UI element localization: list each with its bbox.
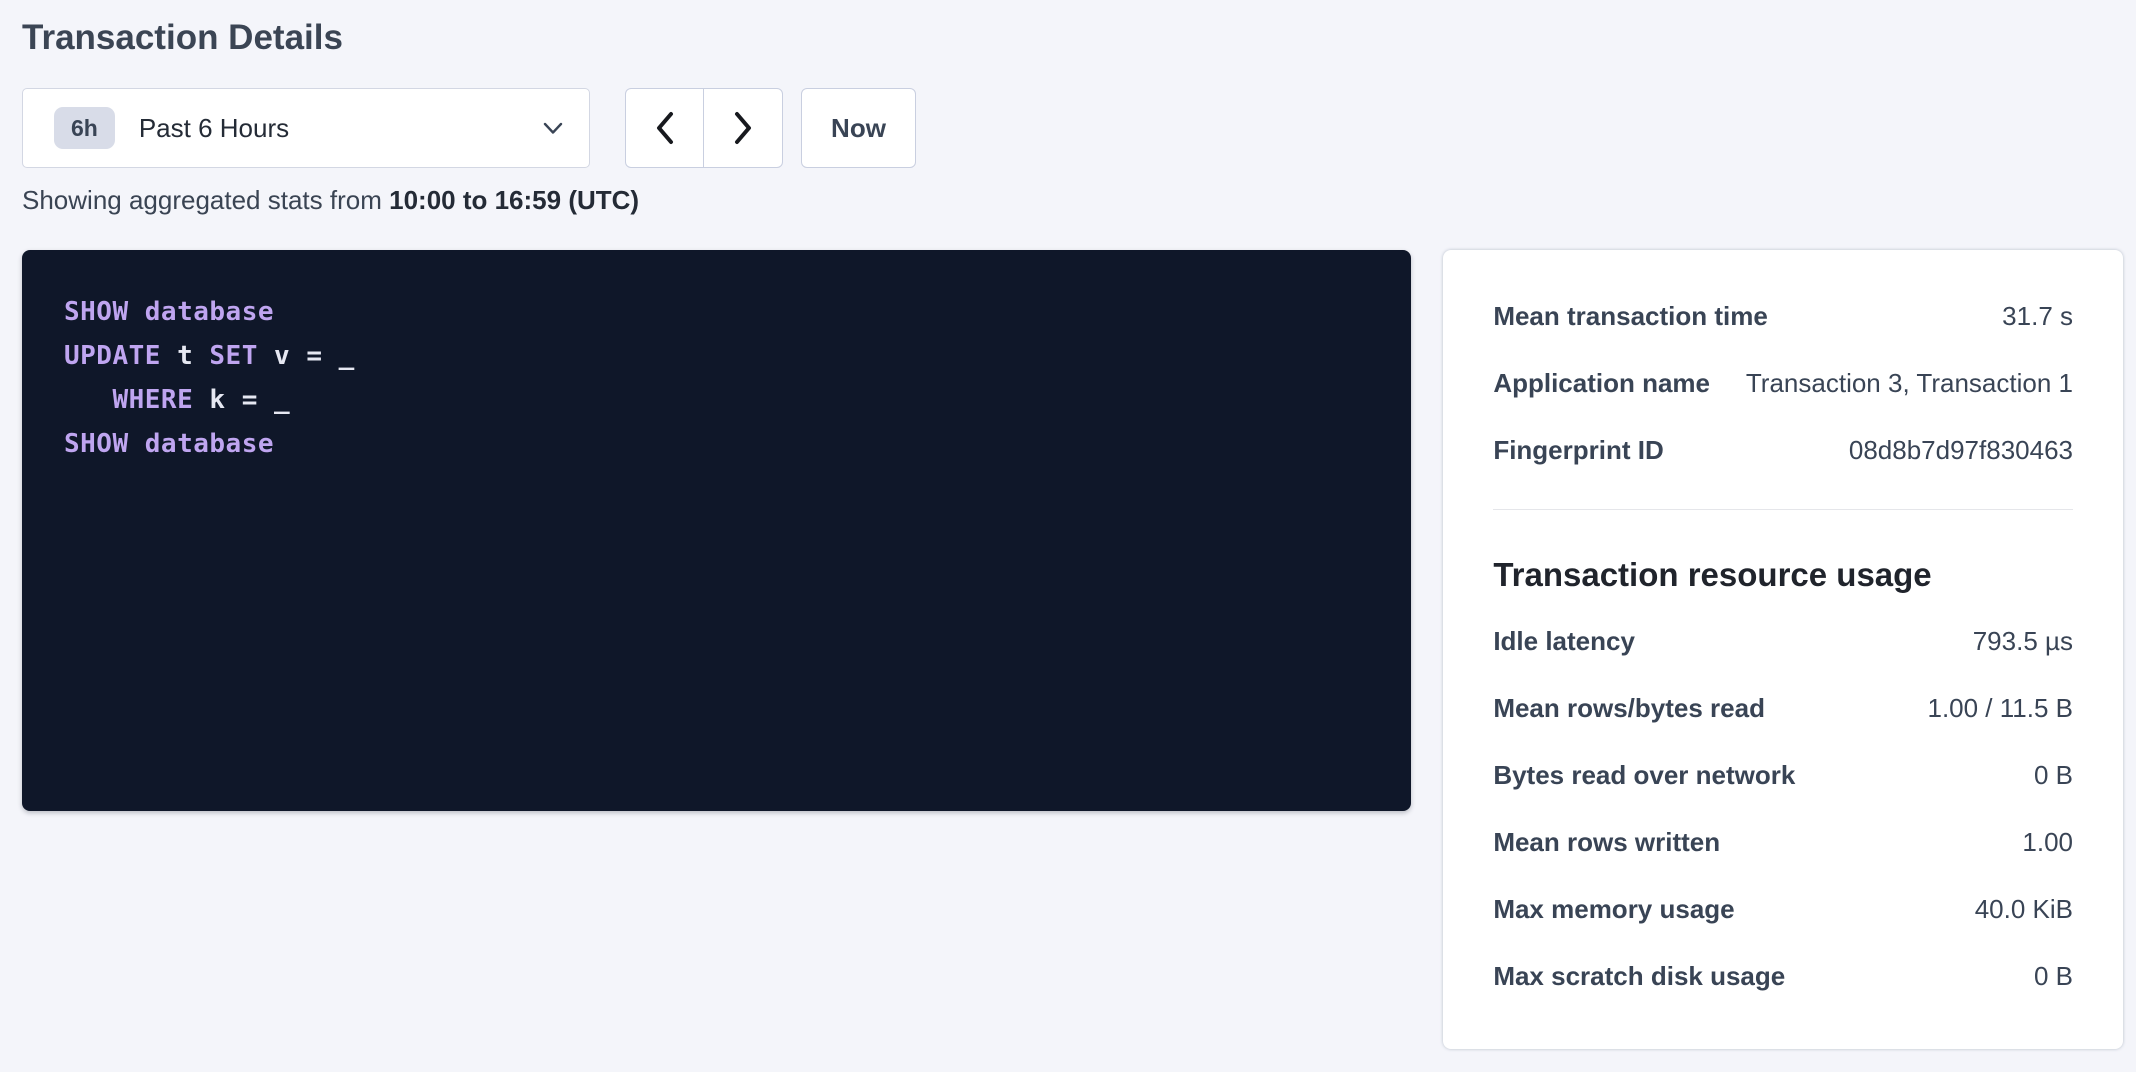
now-button[interactable]: Now	[801, 88, 916, 168]
sql-text	[64, 385, 112, 415]
sql-keyword: SHOW	[64, 429, 129, 459]
sql-statement-box: SHOW databaseUPDATE t SET v = _ WHERE k …	[22, 250, 1411, 811]
summary-row: Application name Transaction 3, Transact…	[1493, 367, 2073, 399]
page-title: Transaction Details	[22, 14, 2123, 62]
summary-row: Fingerprint ID 08d8b7d97f830463	[1493, 434, 2073, 466]
resource-usage-rows: Idle latency 793.5 µs Mean rows/bytes re…	[1493, 625, 2073, 992]
row-value: 08d8b7d97f830463	[1849, 434, 2073, 466]
sql-line: SHOW database	[64, 422, 1369, 466]
content-columns: SHOW databaseUPDATE t SET v = _ WHERE k …	[22, 250, 2123, 1049]
summary-row: Mean rows/bytes read 1.00 / 11.5 B	[1493, 692, 2073, 724]
caret-left-icon	[651, 109, 679, 147]
row-label: Bytes read over network	[1493, 759, 1815, 791]
transaction-details-page: Transaction Details 6h Past 6 Hours Now …	[0, 0, 2136, 1072]
sql-code: SHOW databaseUPDATE t SET v = _ WHERE k …	[64, 290, 1369, 466]
summary-row: Bytes read over network 0 B	[1493, 759, 2073, 791]
summary-row: Idle latency 793.5 µs	[1493, 625, 2073, 657]
row-label: Idle latency	[1493, 625, 1655, 657]
sql-keyword: SET	[209, 341, 257, 371]
summary-row: Mean rows written 1.00	[1493, 826, 2073, 858]
summary-row: Max scratch disk usage 0 B	[1493, 960, 2073, 992]
sql-text: k = _	[193, 385, 290, 415]
row-label: Mean rows written	[1493, 826, 1740, 858]
row-value: 0 B	[2034, 759, 2073, 791]
row-value: 31.7 s	[2002, 300, 2073, 332]
time-range-badge: 6h	[54, 107, 115, 149]
sql-line: WHERE k = _	[64, 378, 1369, 422]
caption-range: 10:00 to 16:59 (UTC)	[389, 185, 639, 215]
row-value: 1.00	[2022, 826, 2073, 858]
row-value: 793.5 µs	[1973, 625, 2073, 657]
row-label: Max memory usage	[1493, 893, 1754, 925]
transaction-summary-panel: Mean transaction time 31.7 s Application…	[1443, 250, 2123, 1049]
prev-time-button[interactable]	[626, 89, 704, 167]
row-value: 1.00 / 11.5 B	[1927, 692, 2073, 724]
caption-prefix: Showing aggregated stats from	[22, 185, 389, 215]
time-range-dropdown[interactable]: 6h Past 6 Hours	[22, 88, 590, 168]
resource-usage-title: Transaction resource usage	[1493, 555, 2073, 595]
time-nav-buttons	[625, 88, 783, 168]
sql-text: v = _	[258, 341, 355, 371]
row-label: Max scratch disk usage	[1493, 960, 1805, 992]
summary-row: Mean transaction time 31.7 s	[1493, 300, 2073, 332]
time-controls: 6h Past 6 Hours Now	[22, 88, 2123, 168]
row-value: 40.0 KiB	[1975, 893, 2073, 925]
sql-text	[129, 297, 145, 327]
summary-row: Max memory usage 40.0 KiB	[1493, 893, 2073, 925]
next-time-button[interactable]	[704, 89, 782, 167]
row-label: Mean transaction time	[1493, 300, 1788, 332]
caret-right-icon	[729, 109, 757, 147]
sql-text	[129, 429, 145, 459]
summary-rows: Mean transaction time 31.7 s Application…	[1493, 300, 2073, 466]
sql-keyword: UPDATE	[64, 341, 161, 371]
aggregation-caption: Showing aggregated stats from 10:00 to 1…	[22, 183, 2123, 217]
panel-divider	[1493, 509, 2073, 510]
time-range-label: Past 6 Hours	[139, 113, 543, 144]
sql-keyword: WHERE	[112, 385, 193, 415]
sql-line: SHOW database	[64, 290, 1369, 334]
chevron-down-icon	[543, 122, 563, 135]
row-value: Transaction 3, Transaction 1	[1746, 367, 2073, 399]
sql-keyword: database	[145, 429, 274, 459]
sql-keyword: SHOW	[64, 297, 129, 327]
row-label: Mean rows/bytes read	[1493, 692, 1785, 724]
row-label: Fingerprint ID	[1493, 434, 1683, 466]
row-value: 0 B	[2034, 960, 2073, 992]
row-label: Application name	[1493, 367, 1730, 399]
sql-text: t	[161, 341, 209, 371]
sql-keyword: database	[145, 297, 274, 327]
sql-line: UPDATE t SET v = _	[64, 334, 1369, 378]
